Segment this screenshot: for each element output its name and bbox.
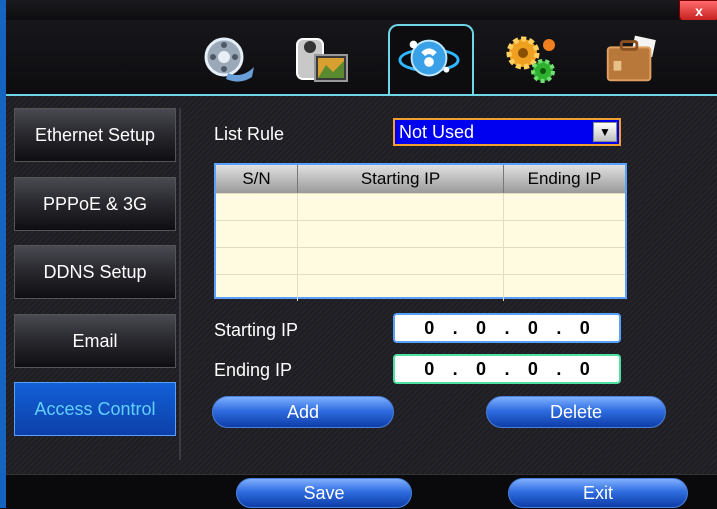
sidebar-item-label: PPPoE & 3G <box>42 193 148 214</box>
gears-icon[interactable] <box>500 28 562 90</box>
table-cell <box>216 194 298 220</box>
table-cell <box>216 275 298 301</box>
ip-dot: . <box>504 317 510 338</box>
ip-octet[interactable]: 0 <box>580 359 590 380</box>
ip-dot: . <box>452 358 458 379</box>
briefcase-icon[interactable] <box>600 28 662 90</box>
table-cell <box>298 248 504 274</box>
sidebar-divider <box>179 108 181 460</box>
table-cell <box>298 221 504 247</box>
add-button-label: Add <box>286 401 320 422</box>
table-row[interactable] <box>216 220 625 247</box>
table-row[interactable] <box>216 274 625 301</box>
list-rule-value: Not Used <box>399 122 475 142</box>
sidebar-item-label: DDNS Setup <box>43 261 147 282</box>
table-cell <box>216 248 298 274</box>
column-header-starting-ip: Starting IP <box>298 165 504 193</box>
column-header-sn: S/N <box>216 165 298 193</box>
film-icon[interactable] <box>196 28 258 90</box>
ip-octet[interactable]: 0 <box>424 359 434 380</box>
column-header-ending-ip: Ending IP <box>527 169 602 188</box>
ip-dot: . <box>556 358 562 379</box>
ip-dot: . <box>504 358 510 379</box>
list-rule-label: List Rule <box>214 124 285 144</box>
network-globe-icon[interactable] <box>398 28 460 90</box>
delete-button-label: Delete <box>549 401 603 422</box>
ip-octet[interactable]: 0 <box>528 359 538 380</box>
sidebar-item-label: Email <box>72 330 118 351</box>
table-cell <box>504 221 625 247</box>
sidebar-item-pppoe-3g[interactable]: PPPoE & 3G <box>14 177 176 231</box>
sidebar-item-ddns-setup[interactable]: DDNS Setup <box>14 245 176 299</box>
settings-window: x Ethernet Setup PPPoE & 3G DDNS Setup E… <box>0 0 717 509</box>
table-cell <box>298 194 504 220</box>
ip-list-table: S/N Starting IP Ending IP <box>214 163 627 301</box>
table-row[interactable] <box>216 193 625 220</box>
delete-button[interactable]: Delete <box>486 396 666 428</box>
sidebar-item-ethernet-setup[interactable]: Ethernet Setup <box>14 108 176 162</box>
ending-ip-input[interactable]: 0. 0. 0. 0 <box>393 354 621 384</box>
save-button-label: Save <box>303 482 345 503</box>
sidebar-item-label: Access Control <box>34 398 156 419</box>
close-icon: x <box>695 3 703 19</box>
close-button[interactable]: x <box>679 0 717 22</box>
sidebar-item-label: Ethernet Setup <box>34 124 156 145</box>
camera-icon[interactable] <box>290 28 352 90</box>
starting-ip-label: Starting IP <box>214 320 299 340</box>
title-bar <box>6 0 717 20</box>
ip-octet[interactable]: 0 <box>580 318 590 339</box>
starting-ip-input[interactable]: 0. 0. 0. 0 <box>393 313 621 343</box>
table-cell <box>504 194 625 220</box>
table-row[interactable] <box>216 247 625 274</box>
save-button[interactable]: Save <box>236 478 412 508</box>
list-rule-select[interactable]: Not Used ▼ <box>393 118 621 146</box>
ip-octet[interactable]: 0 <box>528 318 538 339</box>
table-cell <box>504 248 625 274</box>
sidebar-item-access-control[interactable]: Access Control <box>14 382 176 436</box>
table-cell <box>298 275 504 301</box>
table-header: S/N Starting IP Ending IP <box>216 165 625 193</box>
exit-button-label: Exit <box>582 482 613 503</box>
ip-octet[interactable]: 0 <box>424 318 434 339</box>
ip-dot: . <box>452 317 458 338</box>
ip-octet[interactable]: 0 <box>476 318 486 339</box>
table-cell <box>504 275 625 301</box>
table-cell <box>216 221 298 247</box>
add-button[interactable]: Add <box>212 396 394 428</box>
exit-button[interactable]: Exit <box>508 478 688 508</box>
chevron-down-icon[interactable]: ▼ <box>593 122 617 142</box>
sidebar-item-email[interactable]: Email <box>14 314 176 368</box>
ending-ip-label: Ending IP <box>214 360 293 380</box>
ip-octet[interactable]: 0 <box>476 359 486 380</box>
ip-dot: . <box>556 317 562 338</box>
